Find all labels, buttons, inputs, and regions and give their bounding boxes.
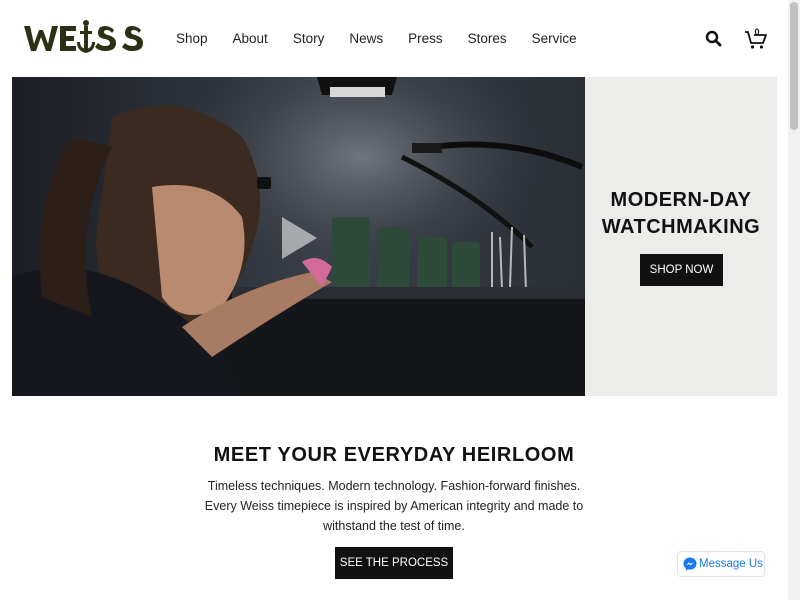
nav-item-shop[interactable]: Shop <box>176 30 208 48</box>
message-us-button[interactable]: Message Us <box>677 551 765 577</box>
heirloom-description: Timeless techniques. Modern technology. … <box>194 476 594 536</box>
cart-count-badge: 0 <box>754 27 760 37</box>
nav-item-about[interactable]: About <box>233 30 268 48</box>
hero-video[interactable] <box>12 77 585 396</box>
hero-headline-line2: WATCHMAKING <box>601 216 761 238</box>
messenger-icon <box>683 557 697 571</box>
see-the-process-button[interactable]: SEE THE PROCESS <box>335 547 453 579</box>
hero-headline: MODERN-DAY WATCHMAKING <box>585 187 777 241</box>
scrollbar-thumb[interactable] <box>790 2 798 130</box>
page-scrollbar[interactable] <box>788 0 800 600</box>
hero-panel: MODERN-DAY WATCHMAKING SHOP NOW <box>585 77 777 396</box>
heirloom-line-3: withstand the test of time. <box>323 519 465 533</box>
nav-item-service[interactable]: Service <box>532 30 577 48</box>
main-nav: Shop About Story News Press Stores Servi… <box>176 30 602 48</box>
site-header: Shop About Story News Press Stores Servi… <box>0 0 788 77</box>
nav-item-story[interactable]: Story <box>293 30 325 48</box>
watchmaker-image <box>12 77 585 396</box>
nav-item-stores[interactable]: Stores <box>468 30 507 48</box>
weiss-logo[interactable] <box>24 18 152 58</box>
search-icon[interactable] <box>705 30 723 48</box>
shop-now-button[interactable]: SHOP NOW <box>640 254 723 286</box>
hero-section: MODERN-DAY WATCHMAKING SHOP NOW <box>12 77 777 396</box>
heirloom-line-1: Timeless techniques. Modern technology. … <box>207 479 581 493</box>
heirloom-line-2: Every Weiss timepiece is inspired by Ame… <box>204 499 584 513</box>
nav-item-news[interactable]: News <box>349 30 383 48</box>
nav-item-press[interactable]: Press <box>408 30 443 48</box>
message-us-label: Message Us <box>699 558 763 570</box>
heirloom-title: MEET YOUR EVERYDAY HEIRLOOM <box>213 444 575 466</box>
hero-headline-line1: MODERN-DAY <box>610 189 752 211</box>
